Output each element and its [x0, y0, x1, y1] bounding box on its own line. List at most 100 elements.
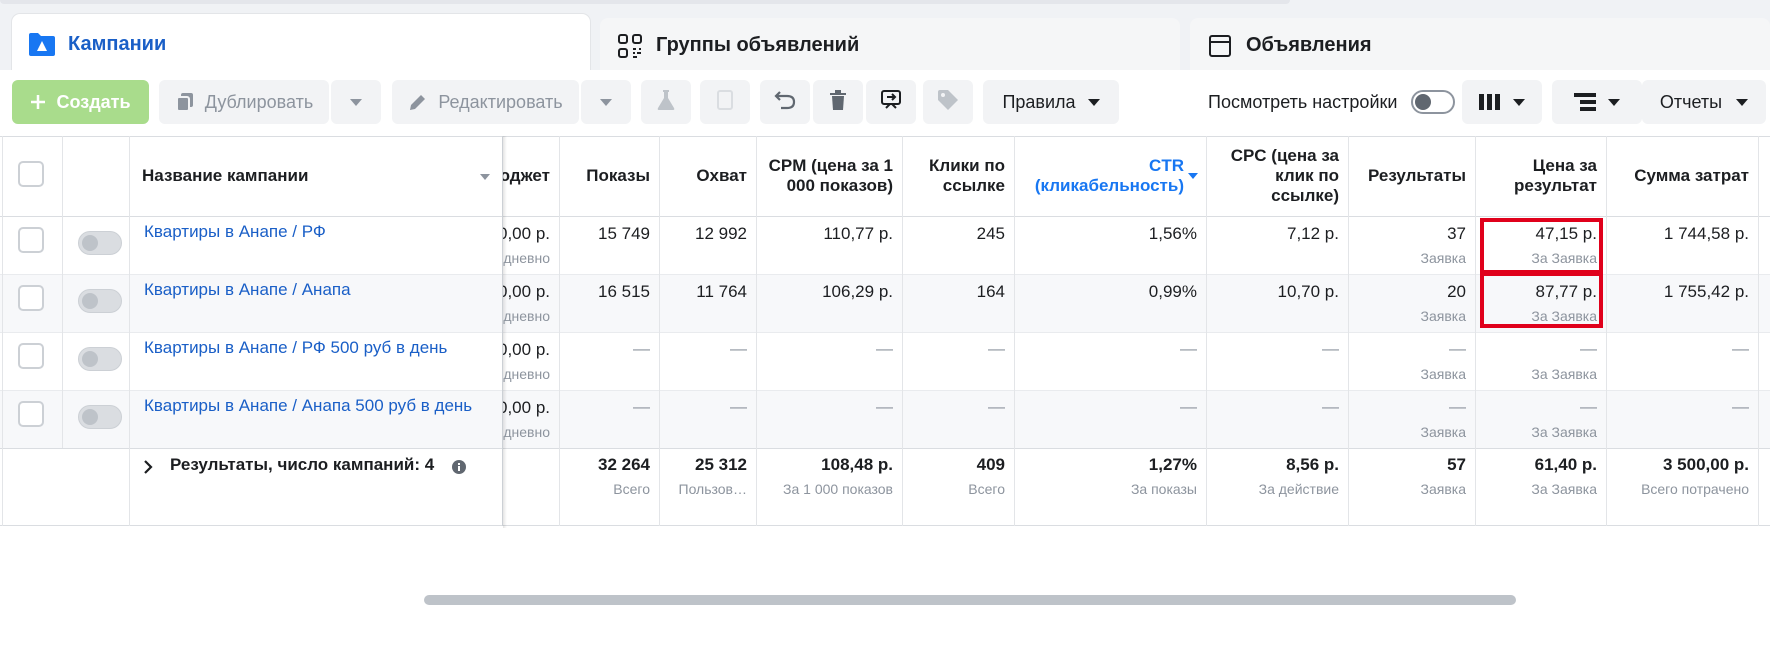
header-results[interactable]: Результаты: [1348, 136, 1475, 216]
expand-chevron-icon[interactable]: [142, 459, 154, 480]
delete-button[interactable]: [813, 80, 863, 124]
highlight-box: [1480, 272, 1603, 328]
total-cpc-type: За действие: [1258, 481, 1339, 497]
duplicate-button[interactable]: Дублировать: [159, 80, 329, 124]
header-campaign-name[interactable]: Название кампании: [130, 136, 502, 216]
results-value: —: [1449, 339, 1466, 358]
clicks-value: 245: [976, 224, 1005, 243]
row-checkbox[interactable]: [18, 227, 44, 253]
header-cpm[interactable]: CPM (цена за 1 000 показов): [756, 136, 902, 216]
tab-ads[interactable]: Объявления: [1190, 18, 1770, 73]
header-cost-per-result[interactable]: Цена за результат: [1475, 136, 1606, 216]
total-clicks-type: Всего: [968, 481, 1005, 497]
budget-clip: 500,00 р. Ежедневно: [503, 274, 559, 332]
campaign-name-link[interactable]: Квартиры в Анапе / РФ 500 руб в день: [144, 338, 447, 358]
grid-icon: [616, 32, 644, 60]
highlight-box: [1480, 218, 1603, 274]
sort-icon: [480, 174, 490, 180]
duplicate-dropdown-button[interactable]: [331, 80, 381, 124]
chevron-down-icon: [600, 98, 612, 106]
tab-label: Кампании: [68, 32, 167, 55]
budget-clip: 500,00 р. Ежедневно: [503, 332, 559, 390]
divider: [0, 216, 1770, 217]
chevron-down-icon: [1513, 98, 1525, 106]
header-label: Результаты: [1367, 166, 1466, 185]
reach-value: —: [730, 339, 747, 358]
total-ctr-type: За показы: [1130, 481, 1197, 497]
budget-value: 500,00 р.: [503, 398, 550, 417]
breakdown-icon: [1574, 92, 1596, 112]
ctr-value: —: [1180, 339, 1197, 358]
header-ctr[interactable]: CTR (кликабельность): [1014, 136, 1206, 216]
row-checkbox[interactable]: [18, 285, 44, 311]
breakdown-button[interactable]: [1552, 80, 1642, 124]
tab-ad-sets[interactable]: Группы объявлений: [600, 18, 1180, 73]
total-reach: 25 312: [695, 455, 747, 474]
duplicate-label: Дублировать: [204, 91, 314, 112]
reports-label: Отчеты: [1659, 91, 1723, 112]
chevron-down-icon: [1608, 98, 1620, 106]
divider: [1758, 136, 1759, 526]
header-label: Название кампании: [142, 166, 309, 185]
budget-clip: 500,00 р. Ежедневно: [503, 390, 559, 448]
results-type: Заявка: [1420, 424, 1466, 440]
ctr-value: 0,99%: [1148, 282, 1197, 301]
row-checkbox[interactable]: [18, 343, 44, 369]
archive-button[interactable]: [700, 80, 750, 124]
campaign-name-link[interactable]: Квартиры в Анапе / Анапа: [144, 280, 351, 300]
results-type: Заявка: [1420, 308, 1466, 324]
header-amount-spent[interactable]: Сумма затрат: [1606, 136, 1758, 216]
select-all-checkbox[interactable]: [18, 161, 44, 187]
row-checkbox[interactable]: [18, 401, 44, 427]
info-icon[interactable]: [451, 459, 467, 480]
horizontal-scrollbar[interactable]: [424, 595, 1516, 605]
header-label: Сумма затрат: [1634, 166, 1749, 185]
chevron-down-icon: [1087, 98, 1100, 106]
divider: [0, 332, 1770, 333]
campaign-toggle[interactable]: [78, 347, 122, 371]
tab-campaigns[interactable]: Кампании: [12, 14, 590, 74]
header-link-clicks[interactable]: Клики по ссылке: [902, 136, 1014, 216]
campaign-name-link[interactable]: Квартиры в Анапе / Анапа 500 руб в день: [144, 396, 472, 416]
amount-spent-value: —: [1732, 339, 1749, 358]
divider: [0, 448, 1770, 449]
results-value: 37: [1447, 224, 1466, 243]
header-label: CTR (кликабельность): [1034, 156, 1184, 195]
header-impressions[interactable]: Показы: [559, 136, 659, 216]
rules-label: Правила: [1002, 91, 1076, 112]
tab-label: Группы объявлений: [656, 34, 860, 56]
campaign-toggle[interactable]: [78, 231, 122, 255]
ab-test-button[interactable]: [641, 80, 691, 124]
edit-dropdown-button[interactable]: [581, 80, 631, 124]
campaign-toggle[interactable]: [78, 405, 122, 429]
total-impressions: 32 264: [598, 455, 650, 474]
header-reach[interactable]: Охват: [659, 136, 756, 216]
results-type: Заявка: [1420, 366, 1466, 382]
cpc-value: 10,70 р.: [1277, 282, 1339, 301]
reports-button[interactable]: Отчеты: [1642, 80, 1766, 124]
budget-value: 500,00 р.: [503, 282, 550, 301]
campaign-toggle[interactable]: [78, 289, 122, 313]
view-settings-toggle[interactable]: [1411, 90, 1456, 114]
divider: [0, 525, 1770, 526]
tag-icon: [937, 89, 959, 116]
amount-spent-value: 1 744,58 р.: [1663, 224, 1749, 243]
edit-label: Редактировать: [438, 91, 563, 112]
columns-button[interactable]: [1462, 80, 1542, 124]
header-label: CPC (цена за клик по ссылке): [1230, 146, 1339, 205]
rules-button[interactable]: Правила: [983, 80, 1119, 124]
header-budget[interactable]: Бюджет: [503, 136, 559, 216]
reach-value: 12 992: [695, 224, 747, 243]
create-button[interactable]: Создать: [12, 80, 149, 124]
undo-button[interactable]: [760, 80, 810, 124]
preview-button[interactable]: [866, 80, 916, 124]
campaign-name-link[interactable]: Квартиры в Анапе / РФ: [144, 222, 326, 242]
budget-value: 500,00 р.: [503, 340, 550, 359]
budget-type: Ежедневно: [503, 366, 550, 382]
edit-button[interactable]: Редактировать: [392, 80, 579, 124]
clicks-value: —: [988, 339, 1005, 358]
budget-type: Ежедневно: [503, 250, 550, 266]
tag-button[interactable]: [923, 80, 973, 124]
header-label: Цена за результат: [1514, 156, 1597, 195]
header-cpc[interactable]: CPC (цена за клик по ссылке): [1206, 136, 1348, 216]
